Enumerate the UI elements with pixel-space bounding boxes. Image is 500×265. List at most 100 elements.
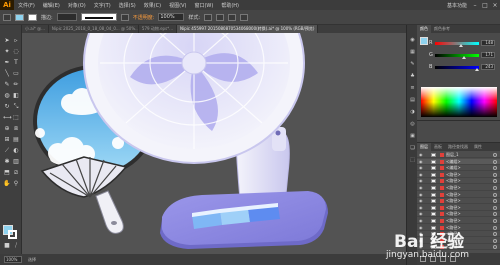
slider-track[interactable] — [435, 41, 479, 47]
slider-value-input[interactable]: 148 — [481, 40, 495, 46]
selection-tool-icon[interactable]: ➤ — [3, 37, 11, 44]
perspective-grid-tool-icon[interactable]: ⧈ — [12, 125, 20, 132]
menu-select[interactable]: 选择(S) — [115, 2, 140, 9]
blend-tool-icon[interactable]: ◐ — [12, 147, 20, 154]
color-spectrum[interactable] — [421, 87, 497, 117]
document-tab[interactable]: Nipic 2025_2018_0_18_08_04_0... @ 50%... — [49, 25, 139, 33]
layer-row[interactable]: ◉ <路径> — [417, 205, 500, 211]
layer-row[interactable]: ◉ 图层_1 — [417, 152, 500, 158]
maximize-button[interactable]: □ — [480, 2, 490, 9]
layer-target-icon[interactable] — [493, 159, 497, 164]
tab-artboards[interactable]: 画板 — [431, 143, 445, 151]
rotate-tool-icon[interactable]: ↻ — [3, 103, 11, 110]
symbol-sprayer-tool-icon[interactable]: ✱ — [3, 158, 11, 165]
layer-target-icon[interactable] — [493, 212, 497, 217]
slider-value-input[interactable]: 171 — [481, 52, 495, 58]
menu-type[interactable]: 文字(T) — [90, 2, 115, 9]
visibility-eye-icon[interactable]: ◉ — [419, 179, 423, 183]
layer-target-icon[interactable] — [493, 179, 497, 184]
visibility-eye-icon[interactable]: ◉ — [419, 159, 423, 163]
none-mode-icon[interactable]: ⧸ — [12, 242, 20, 249]
selection-mode-icon[interactable] — [3, 13, 11, 21]
layer-row[interactable]: ◉ <路径> — [417, 178, 500, 185]
zoom-level-input[interactable]: 100% — [4, 256, 22, 263]
opacity-label[interactable]: 不透明度: — [133, 14, 155, 21]
layer-row[interactable]: ◉ <编组> — [417, 158, 500, 165]
shape-builder-tool-icon[interactable]: ⊕ — [3, 125, 11, 132]
menu-effect[interactable]: 效果(C) — [140, 2, 165, 9]
workspace-switcher[interactable]: 基本功能 — [444, 2, 470, 9]
opacity-input[interactable]: 100% — [158, 13, 185, 21]
layer-target-icon[interactable] — [493, 192, 497, 197]
scale-tool-icon[interactable]: ⤡ — [12, 103, 20, 110]
slice-tool-icon[interactable]: ⧄ — [12, 169, 20, 176]
arrange-icon[interactable] — [240, 13, 249, 21]
magic-wand-tool-icon[interactable]: ✦ — [3, 48, 11, 55]
free-transform-tool-icon[interactable]: ⬚ — [12, 114, 20, 121]
mesh-tool-icon[interactable]: ⊞ — [3, 136, 11, 143]
tab-color-guide[interactable]: 颜色参考 — [431, 25, 453, 33]
slider-thumb[interactable] — [458, 43, 463, 47]
menu-edit[interactable]: 编辑(E) — [39, 2, 64, 9]
gradient-panel-icon[interactable]: ▤ — [409, 97, 416, 103]
zoom-tool-icon[interactable]: ⚲ — [12, 180, 20, 187]
tab-properties[interactable]: 属性 — [471, 143, 485, 151]
layer-row[interactable]: ◉ <路径> — [417, 172, 500, 178]
visibility-eye-icon[interactable]: ◉ — [419, 166, 423, 170]
visibility-eye-icon[interactable]: ◉ — [419, 219, 423, 223]
layer-row[interactable]: ◉ <路径> — [417, 211, 500, 218]
layer-target-icon[interactable] — [493, 205, 497, 210]
color-mode-icon[interactable]: ■ — [3, 242, 11, 249]
layer-target-icon[interactable] — [493, 166, 497, 171]
stroke-panel-icon[interactable]: ≡ — [409, 85, 416, 91]
layer-target-icon[interactable] — [493, 172, 497, 177]
visibility-eye-icon[interactable]: ◉ — [419, 192, 423, 196]
graph-tool-icon[interactable]: ▥ — [12, 158, 20, 165]
pencil-tool-icon[interactable]: ✏ — [12, 81, 20, 88]
visibility-eye-icon[interactable]: ◉ — [419, 153, 423, 157]
paintbrush-tool-icon[interactable]: ✎ — [3, 81, 11, 88]
symbols-panel-icon[interactable]: ♣ — [409, 73, 416, 79]
graphic-styles-panel-icon[interactable]: ▣ — [409, 133, 416, 139]
tab-color[interactable]: 颜色 — [417, 25, 431, 33]
blob-brush-tool-icon[interactable]: ◍ — [3, 92, 11, 99]
slider-blue[interactable]: B 243 — [429, 63, 497, 71]
rectangle-tool-icon[interactable]: ▭ — [12, 70, 20, 77]
layer-row[interactable]: ◉ <路径> — [417, 218, 500, 224]
slider-green[interactable]: G 171 — [429, 51, 497, 59]
direct-selection-tool-icon[interactable]: ▹ — [12, 37, 20, 44]
menu-view[interactable]: 视图(V) — [165, 2, 190, 9]
visibility-eye-icon[interactable]: ◉ — [419, 186, 423, 190]
layer-target-icon[interactable] — [493, 199, 497, 204]
transparency-panel-icon[interactable]: ◑ — [409, 109, 416, 115]
document-tab-active[interactable]: Nipic 455997 2015080870534068000(转换).ai*… — [177, 25, 319, 33]
brush-icon[interactable] — [120, 13, 129, 21]
layers-panel-icon[interactable]: ❏ — [409, 145, 416, 151]
gradient-tool-icon[interactable]: ▤ — [12, 136, 20, 143]
layer-row[interactable]: ◉ <路径> — [417, 185, 500, 191]
type-tool-icon[interactable]: T — [12, 59, 20, 66]
line-tool-icon[interactable]: ╲ — [3, 70, 11, 77]
document-tab[interactable]: 小.ai* @... — [22, 25, 49, 33]
stroke-color-swatch[interactable] — [28, 13, 37, 21]
menu-help[interactable]: 帮助(H) — [217, 2, 243, 9]
fill-stroke-selector[interactable] — [3, 225, 17, 239]
menu-object[interactable]: 对象(O) — [64, 2, 90, 9]
width-tool-icon[interactable]: ⟷ — [3, 114, 12, 121]
stroke-profile-preview[interactable] — [80, 13, 117, 21]
layer-row[interactable]: ◉ <路径> — [417, 198, 500, 205]
pen-tool-icon[interactable]: ✒ — [3, 59, 11, 66]
swatches-panel-icon[interactable]: ▦ — [409, 49, 416, 55]
visibility-eye-icon[interactable]: ◉ — [419, 199, 423, 203]
document-tab[interactable]: 579 动物.eps*... — [139, 25, 177, 33]
transform-icon[interactable] — [228, 13, 237, 21]
layer-target-icon[interactable] — [493, 153, 497, 157]
hand-tool-icon[interactable]: ✋ — [3, 180, 11, 187]
lasso-tool-icon[interactable]: ◌ — [12, 48, 20, 55]
layer-target-icon[interactable] — [493, 186, 497, 190]
visibility-eye-icon[interactable]: ◉ — [419, 212, 423, 216]
color-panel-icon[interactable]: ◉ — [409, 37, 416, 43]
eraser-tool-icon[interactable]: ◧ — [12, 92, 20, 99]
slider-value-input[interactable]: 243 — [481, 64, 495, 70]
slider-track[interactable] — [435, 65, 479, 71]
